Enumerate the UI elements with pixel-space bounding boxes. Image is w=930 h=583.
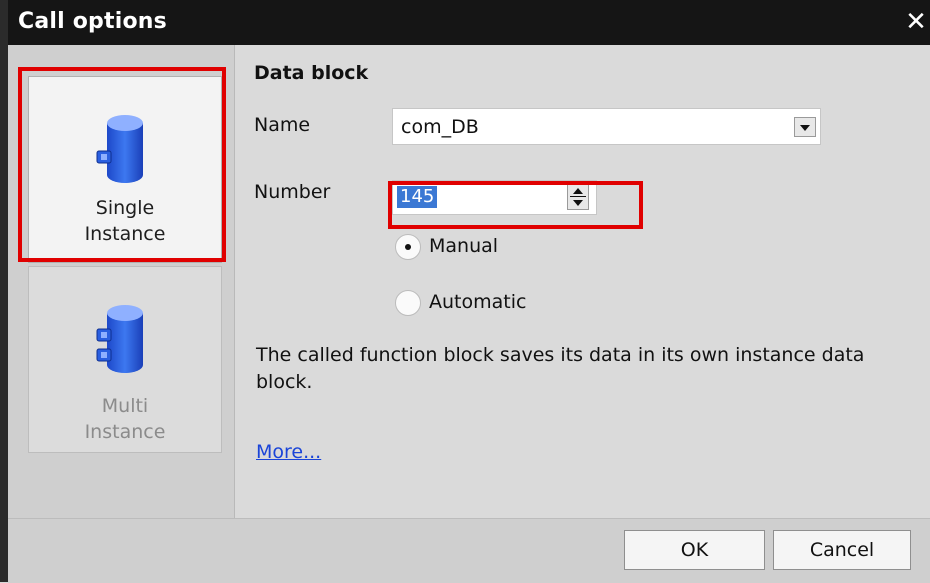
number-value[interactable]: 145: [397, 186, 438, 208]
radio-dot-icon: [405, 244, 411, 250]
multi-instance-label-line2: Instance: [84, 421, 166, 443]
name-dropdown[interactable]: com_DB: [392, 108, 821, 145]
name-value: com_DB: [401, 116, 479, 138]
multi-instance-button[interactable]: Multi Instance: [28, 266, 222, 453]
more-link[interactable]: More...: [256, 441, 321, 463]
instance-type-sidebar: Single Instance Multi Instance: [8, 45, 235, 518]
close-icon[interactable]: ✕: [902, 6, 930, 38]
title-bar: Call options ✕: [8, 0, 930, 45]
data-block-heading: Data block: [254, 62, 369, 84]
single-instance-label: Single Instance: [29, 195, 221, 247]
multi-instance-label-line1: Multi: [101, 395, 149, 417]
dialog-left-border: [0, 0, 8, 582]
description-text: The called function block saves its data…: [256, 344, 865, 393]
radio-manual[interactable]: [395, 234, 421, 260]
database-icon: [96, 115, 143, 183]
number-label: Number: [254, 181, 331, 203]
single-instance-button[interactable]: Single Instance: [28, 76, 222, 263]
radio-automatic[interactable]: [395, 290, 421, 316]
radio-automatic-label[interactable]: Automatic: [429, 291, 526, 313]
multi-instance-label: Multi Instance: [29, 393, 221, 445]
chevron-down-icon[interactable]: [794, 117, 816, 137]
ok-button[interactable]: OK: [624, 530, 765, 570]
dialog-title: Call options: [18, 9, 167, 34]
radio-manual-label[interactable]: Manual: [429, 235, 498, 257]
single-instance-label-line1: Single: [95, 197, 155, 219]
call-options-dialog: Call options ✕ Single Instance Multi Ins…: [0, 0, 930, 583]
number-stepper[interactable]: 145: [392, 180, 597, 215]
single-instance-label-line2: Instance: [84, 223, 166, 245]
database-multi-icon: [96, 305, 143, 373]
spin-arrows-icon[interactable]: [567, 183, 589, 210]
cancel-button[interactable]: Cancel: [773, 530, 911, 570]
name-label: Name: [254, 114, 311, 136]
